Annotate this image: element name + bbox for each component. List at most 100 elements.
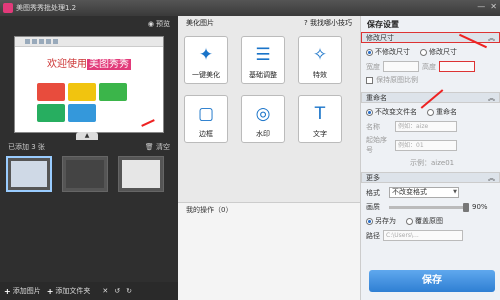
save-settings-panel: 保存设置 修改尺寸 ︽ 不修改尺寸 修改尺寸 宽度 高度 保持原图比例 重命名 … xyxy=(360,16,500,300)
tool-text[interactable]: T 文字 xyxy=(298,95,342,143)
tips-link[interactable]: ? 我找哪小技巧 xyxy=(304,18,352,28)
tool-label: 特效 xyxy=(313,71,327,79)
width-label: 宽度 xyxy=(366,62,380,71)
history-panel: 我的操作（0） xyxy=(178,202,360,300)
collapse-preview-button[interactable]: ▲ xyxy=(76,132,98,140)
clear-label: 清空 xyxy=(156,143,170,151)
add-image-button[interactable]: + 添加图片 xyxy=(4,286,41,296)
save-settings-title: 保存设置 xyxy=(367,20,399,29)
text-icon: T xyxy=(314,104,326,124)
tips-label: 我找哪小技巧 xyxy=(310,19,352,27)
overwrite-radio[interactable]: 覆盖原图 xyxy=(406,216,443,226)
save-as-radio[interactable]: 另存为 xyxy=(366,216,396,226)
window-title: 美图秀秀批处理1.2 xyxy=(16,4,77,12)
format-label: 格式 xyxy=(366,188,380,197)
keep-size-radio[interactable]: 不修改尺寸 xyxy=(366,47,410,57)
chevron-up-icon: ︽ xyxy=(488,33,495,42)
path-row: 路径 C:\Users\... xyxy=(366,230,495,241)
change-size-radio[interactable]: 修改尺寸 xyxy=(420,47,457,57)
name-input[interactable]: 例如：aize xyxy=(395,121,457,132)
add-image-label: 添加图片 xyxy=(12,287,41,295)
preview-tiles xyxy=(37,83,127,122)
start-number-input[interactable]: 例如：01 xyxy=(395,139,457,151)
path-input[interactable]: C:\Users\... xyxy=(383,230,463,241)
resize-header-label: 修改尺寸 xyxy=(366,33,394,42)
app-window: 美图秀秀批处理1.2 — ✕ ◉ 预览 欢迎使用 美图秀秀 ▲ 已添加 3 张 … xyxy=(0,0,500,300)
thumbnail[interactable] xyxy=(62,156,108,192)
more-section: 格式 不改变格式 画质 90% 另存为 覆盖原图 路径 C:\ xyxy=(361,183,500,248)
tool-basic-adjust[interactable]: ☰ 基础调整 xyxy=(241,36,285,84)
tool-label: 文字 xyxy=(313,130,327,138)
height-label: 高度 xyxy=(422,62,436,71)
image-list-panel: ◉ 预览 欢迎使用 美图秀秀 ▲ 已添加 3 张 🗑 清空 + 添加图片 + 添… xyxy=(0,16,178,300)
plus-icon: + xyxy=(46,286,54,296)
minimize-icon[interactable]: — xyxy=(477,2,485,11)
preview-image: 欢迎使用 美图秀秀 xyxy=(14,36,164,133)
frame-icon: ▢ xyxy=(197,104,215,124)
tool-frame[interactable]: ▢ 边框 xyxy=(184,95,228,143)
thumbnail[interactable] xyxy=(118,156,164,192)
app-logo-icon xyxy=(3,3,13,13)
trash-icon: 🗑 xyxy=(144,143,154,151)
history-label: 我的操作（0） xyxy=(186,206,233,214)
keep-size-label: 不修改尺寸 xyxy=(375,48,410,56)
preview-label: 预览 xyxy=(156,20,170,28)
format-select[interactable]: 不改变格式 xyxy=(389,187,459,198)
add-folder-button[interactable]: + 添加文件夹 xyxy=(47,286,91,296)
sliders-icon: ☰ xyxy=(255,45,271,65)
annotation-arrow xyxy=(141,119,155,127)
preview-button[interactable]: ◉ 预览 xyxy=(148,19,170,29)
resize-options: 不修改尺寸 修改尺寸 xyxy=(366,47,495,57)
eye-icon: ◉ xyxy=(147,20,154,28)
rename-options: 不改变文件名 重命名 xyxy=(366,107,495,117)
tool-effects[interactable]: ✧ 特效 xyxy=(298,36,342,84)
rename-radio[interactable]: 重命名 xyxy=(427,107,457,117)
title-bar: 美图秀秀批处理1.2 — ✕ xyxy=(0,0,500,16)
name-label: 名称 xyxy=(366,122,380,131)
sparkle-wand-icon: ✧ xyxy=(312,45,328,65)
close-icon[interactable]: ✕ xyxy=(490,2,497,11)
quality-row: 画质 90% xyxy=(366,202,495,212)
thumbnail[interactable] xyxy=(6,156,52,192)
magic-wand-icon: ✦ xyxy=(198,45,214,65)
clear-button[interactable]: 🗑 清空 xyxy=(145,142,170,152)
tool-grid: ✦ 一键美化 ☰ 基础调整 ✧ 特效 ▢ 边框 ◎ 水印 T 文字 xyxy=(184,36,342,143)
keep-ratio-row: 保持原图比例 xyxy=(366,75,495,85)
delete-icon[interactable]: ✕ xyxy=(102,287,108,295)
more-section-header[interactable]: 更多 ︽ xyxy=(361,172,500,183)
keep-name-label: 不改变文件名 xyxy=(375,108,417,116)
watermark-icon: ◎ xyxy=(255,104,271,124)
chevron-up-icon: ︽ xyxy=(488,93,495,102)
beautify-header: 美化图片 ? 我找哪小技巧 xyxy=(178,16,360,30)
size-fields: 宽度 高度 xyxy=(366,61,495,72)
keep-name-radio[interactable]: 不改变文件名 xyxy=(366,107,417,117)
preview-brand: 美图秀秀 xyxy=(87,59,131,70)
resize-section-header[interactable]: 修改尺寸 ︽ xyxy=(361,32,500,43)
quality-slider-handle[interactable] xyxy=(463,202,469,212)
rotate-right-icon[interactable]: ↻ xyxy=(126,287,132,295)
keep-ratio-checkbox[interactable] xyxy=(366,76,373,84)
beautify-panel: 美化图片 ? 我找哪小技巧 ✦ 一键美化 ☰ 基础调整 ✧ 特效 ▢ 边框 ◎ … xyxy=(178,16,360,300)
added-bar: 已添加 3 张 🗑 清空 xyxy=(0,140,178,154)
tool-label: 一键美化 xyxy=(192,71,220,79)
keep-ratio-label: 保持原图比例 xyxy=(376,76,418,84)
rotate-left-icon[interactable]: ↺ xyxy=(114,287,120,295)
start-number-label: 起始序号 xyxy=(366,136,387,154)
quality-slider[interactable] xyxy=(389,202,469,212)
preview-toolbar xyxy=(15,37,163,47)
quality-label: 画质 xyxy=(366,203,380,211)
name-row: 名称 例如：aize xyxy=(366,121,495,132)
save-button[interactable]: 保存 xyxy=(369,270,495,292)
more-header-label: 更多 xyxy=(366,173,380,182)
tool-one-click-beautify[interactable]: ✦ 一键美化 xyxy=(184,36,228,84)
width-input[interactable] xyxy=(383,61,419,72)
tool-label: 基础调整 xyxy=(249,71,277,79)
rename-section: 不改变文件名 重命名 名称 例如：aize 起始序号 例如：01 示例：aize… xyxy=(361,103,500,172)
tool-watermark[interactable]: ◎ 水印 xyxy=(241,95,285,143)
height-input[interactable] xyxy=(439,61,475,72)
rename-label: 重命名 xyxy=(436,108,457,116)
preview-welcome: 欢迎使用 xyxy=(47,59,87,70)
overwrite-label: 覆盖原图 xyxy=(415,217,443,225)
thumbnail-strip xyxy=(6,156,164,192)
save-as-label: 另存为 xyxy=(375,217,396,225)
